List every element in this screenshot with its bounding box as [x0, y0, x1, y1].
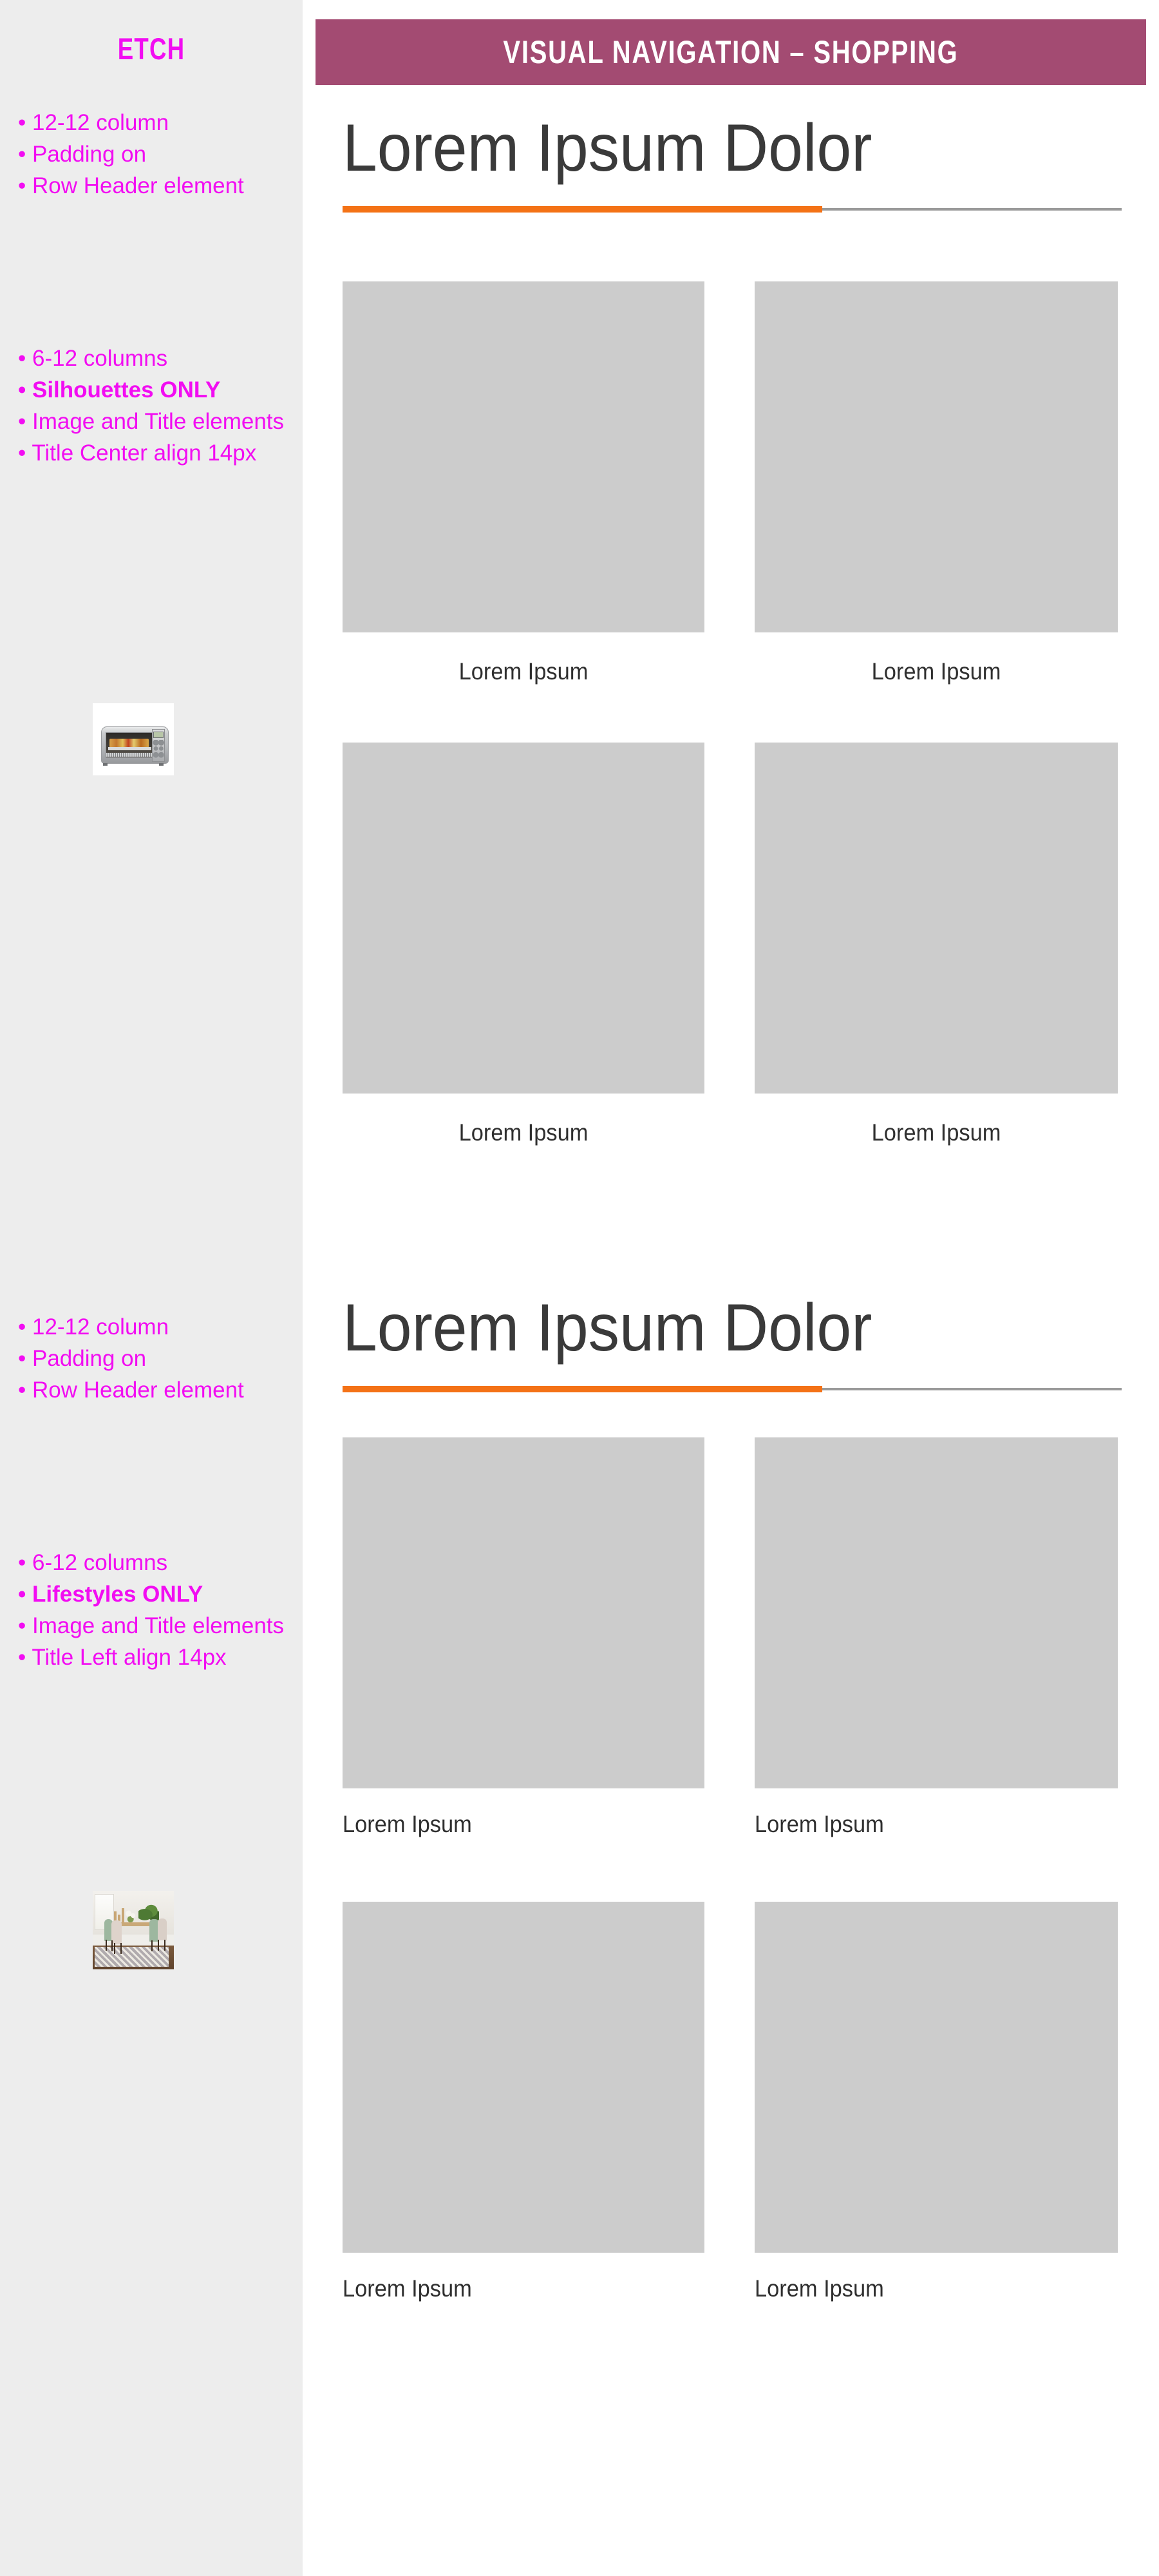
section-heading: Lorem Ipsum Dolor: [343, 1294, 1122, 1361]
image-placeholder-tile[interactable]: [343, 1902, 704, 2253]
image-placeholder-tile[interactable]: [755, 743, 1118, 1094]
etch-logo: ETCH: [117, 32, 185, 66]
image-placeholder-tile[interactable]: [343, 281, 704, 632]
lifestyle-sample-thumbnail: [93, 1891, 174, 1969]
annotation-line: • Image and Title elements: [18, 409, 285, 434]
silhouette-sample-thumbnail: [93, 703, 174, 775]
image-placeholder-tile[interactable]: [755, 1437, 1118, 1788]
tile-caption: Lorem Ipsum: [458, 1119, 589, 1146]
tile-caption: Lorem Ipsum: [755, 1811, 884, 1837]
annotation-rail: ETCH • 12-12 column • Padding on • Row H…: [0, 0, 303, 2576]
image-placeholder-tile[interactable]: [755, 281, 1118, 632]
toaster-oven-icon: [93, 703, 174, 775]
annotation-line: • Padding on: [18, 1346, 147, 1371]
section-heading-text: Lorem Ipsum Dolor: [343, 1291, 872, 1365]
image-placeholder-tile[interactable]: [343, 743, 704, 1094]
annotation-block-row-header-2: • 12-12 column • Padding on • Row Header…: [18, 1311, 288, 1406]
annotation-line-emphasis: • Silhouettes ONLY: [18, 377, 221, 402]
tile-caption: Lorem Ipsum: [871, 1119, 1001, 1146]
tile-caption: Lorem Ipsum: [871, 658, 1001, 685]
annotation-line: • Title Left align 14px: [18, 1645, 227, 1670]
tile-caption: Lorem Ipsum: [343, 1811, 472, 1837]
annotation-line: • 6-12 columns: [18, 346, 168, 371]
dining-room-image: [93, 1891, 174, 1969]
annotation-line: • Row Header element: [18, 1378, 244, 1403]
accent-rule-orange: [343, 206, 822, 213]
annotation-line: • Title Center align 14px: [18, 440, 257, 466]
annotation-line-emphasis: • Lifestyles ONLY: [18, 1582, 203, 1607]
annotation-line: • 12-12 column: [18, 1314, 169, 1340]
section-heading: Lorem Ipsum Dolor: [343, 115, 1122, 182]
accent-rule-orange: [343, 1386, 822, 1392]
image-placeholder-tile[interactable]: [343, 1437, 704, 1788]
accent-rule-gray: [822, 208, 1122, 211]
tile-caption: Lorem Ipsum: [458, 658, 589, 685]
page-banner: VISUAL NAVIGATION – SHOPPING: [316, 19, 1146, 85]
section-rule: [343, 205, 1122, 213]
annotation-line: • Padding on: [18, 142, 147, 167]
annotation-line: • Image and Title elements: [18, 1613, 285, 1638]
tile-caption: Lorem Ipsum: [755, 2275, 884, 2302]
annotation-block-lifestyle: • 6-12 columns • Lifestyles ONLY • Image…: [18, 1547, 288, 1673]
section-rule: [343, 1385, 1122, 1392]
image-placeholder-tile[interactable]: [755, 1902, 1118, 2253]
banner-title: VISUAL NAVIGATION – SHOPPING: [503, 34, 959, 70]
tile-caption: Lorem Ipsum: [343, 2275, 472, 2302]
section-heading-text: Lorem Ipsum Dolor: [343, 111, 872, 185]
accent-rule-gray: [822, 1388, 1122, 1390]
main-canvas: VISUAL NAVIGATION – SHOPPING Lorem Ipsum…: [303, 0, 1159, 2576]
annotation-line: • 12-12 column: [18, 110, 169, 135]
annotation-line: • Row Header element: [18, 173, 244, 198]
annotation-block-silhouette: • 6-12 columns • Silhouettes ONLY • Imag…: [18, 343, 288, 469]
annotation-block-row-header-1: • 12-12 column • Padding on • Row Header…: [18, 107, 288, 202]
annotation-line: • 6-12 columns: [18, 1550, 168, 1575]
wireframe-page: ETCH • 12-12 column • Padding on • Row H…: [0, 0, 1159, 2576]
